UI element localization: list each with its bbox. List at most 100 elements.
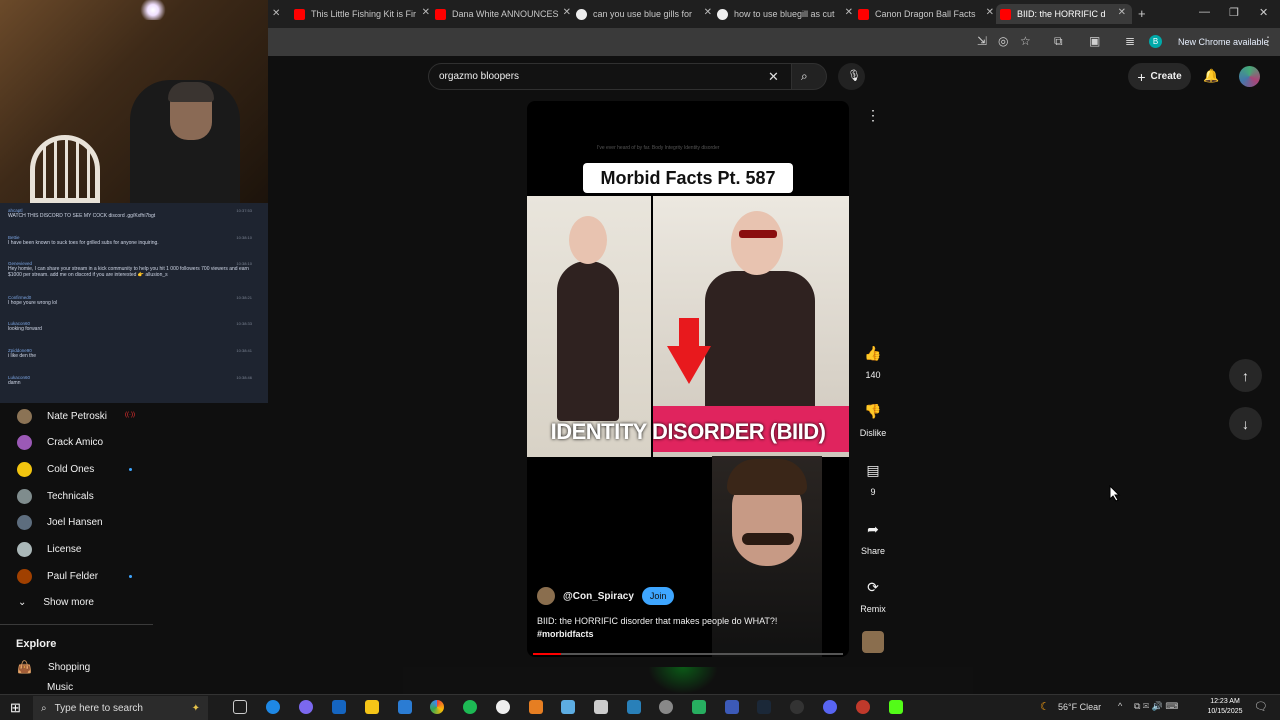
windows-start-icon[interactable]: ⊞	[10, 700, 21, 716]
eye-off-icon[interactable]: ◎	[998, 34, 1008, 48]
narrator-mustache	[742, 533, 794, 545]
comments-button[interactable]: ▤ 9	[858, 455, 888, 498]
progress-bar[interactable]	[533, 653, 843, 655]
task-view-icon[interactable]	[233, 700, 247, 714]
red-arrow-icon	[667, 346, 711, 384]
sidebar-item-music[interactable]: Music	[0, 681, 268, 693]
app-icon[interactable]	[856, 700, 870, 714]
notification-icon[interactable]: 🗨	[1254, 700, 1268, 713]
settings-icon[interactable]	[659, 700, 673, 714]
obs-icon[interactable]	[790, 700, 804, 714]
tab-1[interactable]: Dana White ANNOUNCES ✕	[435, 4, 571, 24]
tab-0[interactable]: This Little Fishing Kit is Fir ✕	[294, 4, 430, 24]
minimize-icon[interactable]: —	[1199, 6, 1210, 18]
tab-4[interactable]: Canon Dragon Ball Facts ✕	[858, 4, 994, 24]
hashtag-link[interactable]: #morbidfacts	[537, 628, 807, 641]
previous-short-button[interactable]: ↑	[1229, 359, 1262, 392]
spotify-icon[interactable]	[463, 700, 477, 714]
tab-close-icon[interactable]: ✕	[272, 8, 280, 19]
copilot-icon[interactable]	[299, 700, 313, 714]
close-window-icon[interactable]: ✕	[1259, 6, 1268, 19]
system-clock[interactable]: 12:23 AM 10/15/2025	[1200, 697, 1250, 717]
maximize-icon[interactable]: ❐	[1229, 6, 1239, 19]
app-icon[interactable]	[561, 700, 575, 714]
remix-icon: ⟳	[867, 578, 879, 595]
discord-icon[interactable]	[823, 700, 837, 714]
create-button[interactable]: + Create	[1128, 63, 1191, 90]
channel-name[interactable]: @Con_Spiracy	[563, 591, 634, 602]
remix-button[interactable]: ⟳ Remix	[858, 572, 888, 615]
tab-active[interactable]: BIID: the HORRIFIC d ✕	[996, 4, 1132, 24]
microphone-icon: 🎙	[847, 70, 861, 82]
sidebar-item-cold-ones[interactable]: Cold Ones	[0, 456, 268, 482]
sidebar-item-technicals[interactable]: Technicals	[0, 483, 268, 509]
tray-icons[interactable]: ⧉ ✉ 🔊 ⌨	[1134, 701, 1178, 712]
kick-icon[interactable]	[889, 700, 903, 714]
sidebar-item-crack-amico[interactable]: Crack Amico	[0, 429, 268, 455]
sidebar-item-license[interactable]: License	[0, 536, 268, 562]
sidebar-item-label: Shopping	[47, 661, 91, 673]
profile-avatar[interactable]: B	[1149, 35, 1162, 48]
tab-close-icon[interactable]: ✕	[845, 7, 853, 18]
show-more-button[interactable]: ⌄ Show more	[0, 589, 268, 615]
tab-title: Dana White ANNOUNCES	[452, 9, 559, 19]
chrome-icon[interactable]	[430, 700, 444, 714]
bookmark-star-icon[interactable]: ☆	[1020, 34, 1031, 48]
clear-search-icon[interactable]: ✕	[768, 69, 779, 85]
sidebar-item-joel-hansen[interactable]: Joel Hansen	[0, 509, 268, 535]
next-short-button[interactable]: ↓	[1229, 407, 1262, 440]
sidebar-item-shopping[interactable]: 👜 Shopping	[0, 654, 268, 680]
outlook-icon[interactable]	[398, 700, 412, 714]
app-icon[interactable]	[496, 700, 510, 714]
tab-close-icon[interactable]: ✕	[422, 7, 430, 18]
install-icon[interactable]: ⇲	[977, 34, 987, 48]
file-explorer-icon[interactable]	[365, 700, 379, 714]
tab-close-icon[interactable]: ✕	[986, 7, 994, 18]
notepad-icon[interactable]	[594, 700, 608, 714]
short-video-player[interactable]: I've ever heard of by far. Body Integrit…	[527, 101, 849, 657]
taskbar-search[interactable]: ⌕ Type here to search ✦	[33, 696, 208, 720]
search-input[interactable]: orgazmo bloopers ✕	[428, 63, 792, 90]
notifications-bell-icon[interactable]: 🔔	[1203, 68, 1219, 84]
app-icon[interactable]	[692, 700, 706, 714]
sound-thumbnail[interactable]	[862, 631, 884, 653]
weather-text[interactable]: 56°F Clear	[1058, 702, 1101, 712]
media-control-icon[interactable]: ≣	[1125, 34, 1135, 48]
dislike-button[interactable]: 👎 Dislike	[856, 396, 890, 439]
share-button[interactable]: ➦ Share	[858, 514, 888, 557]
edge-icon[interactable]	[266, 700, 280, 714]
new-chrome-available-button[interactable]: New Chrome available	[1172, 33, 1275, 51]
tab-2[interactable]: can you use blue gills for ✕	[576, 4, 712, 24]
stream-chat-overlay: ahcaptl WATCH THIS DISCORD TO SEE MY COCK…	[0, 203, 268, 403]
channel-avatar[interactable]	[537, 587, 555, 605]
tab-close-icon[interactable]: ✕	[1118, 7, 1126, 18]
sidebar-item-nate-petroski[interactable]: Nate Petroski ((·))	[0, 403, 268, 429]
tab-close-icon[interactable]: ✕	[704, 7, 712, 18]
app-icon[interactable]	[529, 700, 543, 714]
search-button[interactable]: ⌕	[792, 63, 827, 90]
tab-close-icon[interactable]: ✕	[563, 7, 571, 18]
arrow-down-icon: ↓	[1242, 415, 1249, 432]
app-icon[interactable]	[627, 700, 641, 714]
store-icon[interactable]	[332, 700, 346, 714]
steam-icon[interactable]	[757, 700, 771, 714]
tray-chevron-icon[interactable]: ^	[1118, 701, 1122, 711]
google-icon	[717, 8, 728, 20]
tab-title: how to use bluegill as cut	[734, 9, 835, 19]
tab-3[interactable]: how to use bluegill as cut ✕	[717, 4, 853, 24]
join-button[interactable]: Join	[641, 587, 675, 605]
account-avatar[interactable]	[1239, 66, 1260, 87]
app-icon[interactable]	[725, 700, 739, 714]
sidepanel-icon[interactable]: ▣	[1089, 34, 1100, 48]
youtube-icon	[435, 8, 446, 20]
short-description[interactable]: BIID: the HORRIFIC disorder that makes p…	[537, 615, 807, 641]
voice-search-button[interactable]: 🎙	[838, 63, 865, 90]
sidebar-item-paul-felder[interactable]: Paul Felder	[0, 563, 268, 589]
thumbs-down-icon: 👎	[864, 402, 882, 419]
menu-kebab-icon[interactable]: ⋮	[1262, 34, 1274, 48]
person-right	[705, 271, 815, 411]
more-options-button[interactable]: ⋮	[858, 100, 888, 130]
like-button[interactable]: 👍 140	[858, 338, 888, 381]
new-tab-icon[interactable]: +	[1138, 6, 1146, 21]
extensions-icon[interactable]: ⧉	[1054, 34, 1063, 49]
